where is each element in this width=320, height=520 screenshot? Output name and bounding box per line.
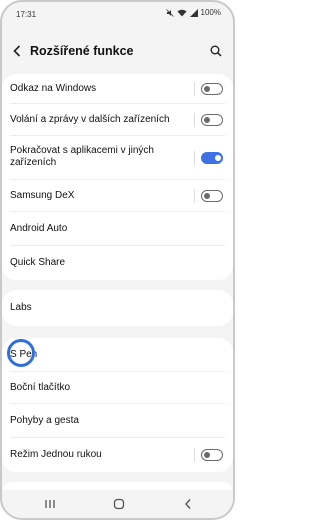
item-label: Samsung DeX (10, 190, 75, 201)
back-button[interactable] (8, 40, 26, 62)
list-item[interactable]: Odkaz na Windows (2, 74, 233, 104)
chevron-left-icon (13, 45, 21, 57)
item-label: Quick Share (10, 257, 66, 268)
divider (194, 189, 195, 203)
recent-apps-icon (45, 500, 55, 508)
divider (194, 113, 195, 127)
home-button[interactable] (111, 496, 127, 512)
mute-icon (165, 8, 174, 17)
list-item[interactable]: Pokračovat s aplikacemi v jiných zařízen… (2, 136, 233, 180)
list-item[interactable]: S Pen (2, 338, 233, 372)
item-label: Android Auto (10, 223, 68, 234)
item-label: Pohyby a gesta (10, 415, 79, 426)
divider (194, 448, 195, 462)
toggle-switch[interactable] (201, 152, 223, 164)
navigation-bar (2, 490, 233, 518)
settings-group-labs: Labs (2, 290, 233, 326)
toggle-switch[interactable] (201, 83, 223, 95)
list-item[interactable]: Režim Jednou rukou (2, 438, 233, 472)
list-item[interactable]: Samsung DeX (2, 180, 233, 212)
back-nav-button[interactable] (180, 496, 196, 512)
recent-apps-button[interactable] (42, 496, 58, 512)
divider (194, 151, 195, 165)
back-icon (185, 499, 191, 509)
status-bar: 17:31 100% (2, 2, 233, 26)
item-label: S Pen (10, 349, 38, 360)
toggle-switch[interactable] (201, 114, 223, 126)
list-item[interactable]: Quick Share (2, 246, 233, 280)
battery-percent: 100% (200, 8, 221, 17)
list-item[interactable]: Boční tlačítko (2, 372, 233, 404)
list-item[interactable]: Volání a zprávy v dalších zařízeních (2, 104, 233, 136)
home-icon (113, 498, 125, 510)
item-label: Režim Jednou rukou (10, 449, 102, 460)
search-button[interactable] (207, 42, 225, 60)
item-label: Labs (10, 302, 32, 313)
list-item[interactable]: Android Auto (2, 212, 233, 246)
wifi-icon (177, 9, 187, 16)
toggle-switch[interactable] (201, 190, 223, 202)
phone-frame: 17:31 100% Rozšířené funkce Odkaz na Win… (0, 0, 235, 520)
item-label: Pokračovat s aplikacemi v jiných zařízen… (10, 145, 154, 168)
item-label: Odkaz na Windows (10, 83, 97, 94)
item-label: Volání a zprávy v dalších zařízeních (10, 114, 170, 125)
app-header: Rozšířené funkce (2, 32, 233, 72)
item-label: Boční tlačítko (10, 382, 71, 393)
search-icon (210, 45, 222, 57)
list-item[interactable]: Pohyby a gesta (2, 404, 233, 438)
list-item[interactable]: Labs (2, 290, 233, 326)
status-icons: 100% (165, 8, 221, 17)
page-title: Rozšířené funkce (30, 44, 134, 58)
status-time: 17:31 (16, 10, 37, 19)
signal-icon (189, 8, 198, 17)
settings-group-connectivity: Odkaz na Windows Volání a zprávy v další… (2, 74, 233, 280)
settings-group-device: S Pen Boční tlačítko Pohyby a gesta Reži… (2, 338, 233, 472)
divider (194, 82, 195, 96)
toggle-switch[interactable] (201, 449, 223, 461)
